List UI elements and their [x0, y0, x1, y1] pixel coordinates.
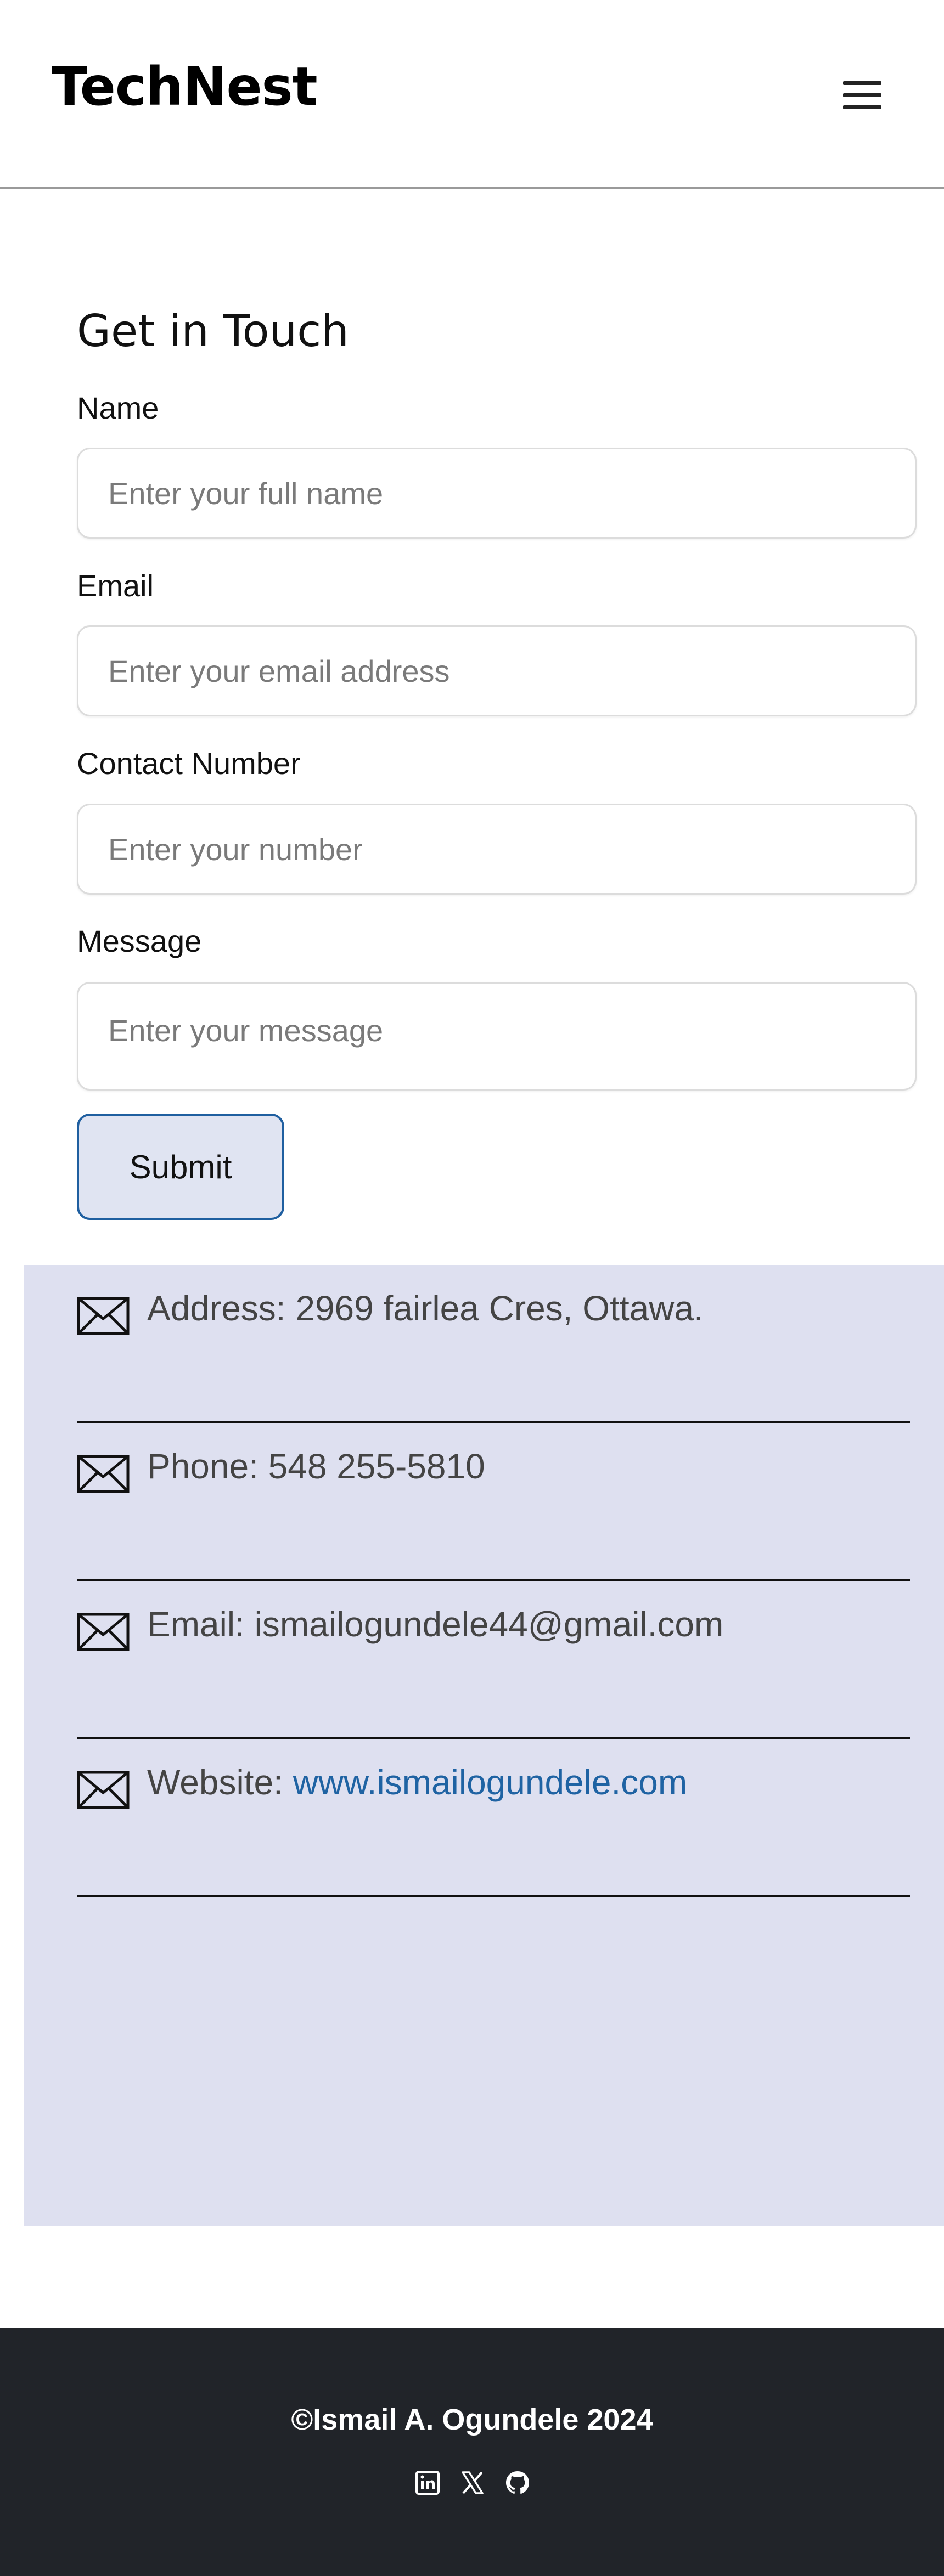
- hamburger-menu-icon[interactable]: [841, 79, 888, 112]
- phone-text: Phone: 548 255-5810: [147, 1447, 485, 1486]
- message-textarea[interactable]: [77, 982, 917, 1091]
- site-header: TechNest: [0, 0, 944, 189]
- contact-info-panel: Address: 2969 fairlea Cres, Ottawa. Phon…: [24, 1265, 944, 2226]
- contact-number-input[interactable]: [77, 804, 917, 895]
- envelope-icon: [77, 1771, 130, 1809]
- envelope-icon: [77, 1297, 130, 1335]
- address-text: Address: 2969 fairlea Cres, Ottawa.: [147, 1289, 704, 1328]
- envelope-icon: [77, 1613, 130, 1651]
- menu-bar: [843, 81, 881, 85]
- brand-logo[interactable]: TechNest: [52, 60, 318, 113]
- envelope-icon: [77, 1455, 130, 1493]
- email-label: Email: [77, 568, 154, 603]
- website-link[interactable]: www.ismailogundele.com: [293, 1762, 688, 1802]
- submit-button[interactable]: Submit: [77, 1114, 284, 1220]
- site-footer: ©Ismail A. Ogundele 2024: [0, 2328, 944, 2576]
- github-icon[interactable]: [505, 2470, 530, 2495]
- website-row: Website: www.ismailogundele.com: [77, 1739, 910, 1897]
- form-title: Get in Touch: [77, 306, 349, 357]
- x-icon[interactable]: [460, 2470, 485, 2495]
- contact-number-label: Contact Number: [77, 746, 301, 781]
- linkedin-icon[interactable]: [415, 2470, 440, 2495]
- email-row: Email: ismailogundele44@gmail.com: [77, 1581, 910, 1739]
- message-label: Message: [77, 924, 202, 958]
- phone-row: Phone: 548 255-5810: [77, 1423, 910, 1581]
- email-text: Email: ismailogundele44@gmail.com: [147, 1605, 724, 1644]
- website-text: Website: www.ismailogundele.com: [147, 1762, 687, 1803]
- website-prefix: Website:: [147, 1762, 293, 1802]
- address-row: Address: 2969 fairlea Cres, Ottawa.: [77, 1265, 910, 1423]
- email-input[interactable]: [77, 625, 917, 716]
- social-links: [415, 2467, 530, 2498]
- name-label: Name: [77, 391, 159, 425]
- menu-bar: [843, 105, 881, 109]
- name-input[interactable]: [77, 448, 917, 539]
- menu-bar: [843, 93, 881, 97]
- copyright-text: ©Ismail A. Ogundele 2024: [291, 2403, 653, 2436]
